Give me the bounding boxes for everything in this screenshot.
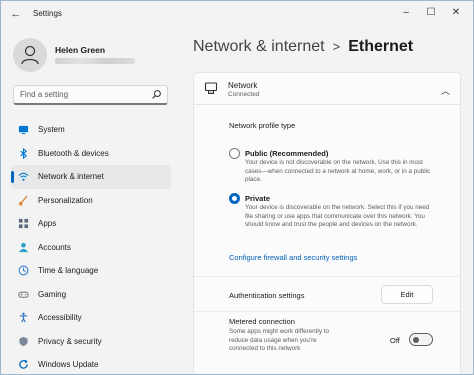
public-radio[interactable] [229,148,240,159]
sidebar-item-time-language[interactable]: Time & language [11,259,171,283]
sidebar-item-accounts[interactable]: Accounts [11,236,171,260]
app-title: Settings [33,9,62,18]
close-button[interactable]: ✕ [447,5,465,21]
breadcrumb-parent[interactable]: Network & internet [193,38,325,55]
maximize-button[interactable]: ☐ [422,5,440,21]
sidebar-item-windows-update[interactable]: Windows Update [11,353,171,374]
sidebar-item-privacy-security[interactable]: Privacy & security [11,330,171,354]
sidebar-item-system[interactable]: System [11,118,171,142]
divider [194,311,460,312]
network-status: Connected [228,91,260,98]
firewall-settings-link[interactable]: Configure firewall and security settings [229,253,357,262]
apps-icon [18,218,29,229]
metered-connection-description: Some apps might work differently to redu… [229,328,329,353]
private-radio-description: Your device is discoverable on the netwo… [245,204,430,229]
bluetooth-icon [20,147,28,159]
monitor-icon [18,125,29,135]
network-title: Network [228,81,258,90]
active-indicator [11,171,14,183]
sidebar-nav: System Bluetooth & devices Network & int… [11,118,171,374]
user-name: Helen Green [55,45,106,55]
person-icon [21,45,39,65]
ethernet-icon [204,82,218,94]
toggle-knob [413,336,419,343]
breadcrumb-separator: > [332,39,341,54]
avatar[interactable] [13,38,47,72]
person-icon [18,242,29,252]
public-radio-description: Your device is not discoverable on the n… [245,159,431,184]
back-arrow-icon[interactable]: ← [9,7,23,21]
gamepad-icon [18,291,29,298]
update-icon [19,359,28,369]
search-input[interactable]: Find a setting [13,85,168,105]
title-bar: ← Settings – ☐ ✕ [1,1,473,27]
search-icon[interactable] [151,89,162,100]
sidebar-item-accessibility[interactable]: Accessibility [11,306,171,330]
wifi-icon [18,172,29,181]
search-placeholder: Find a setting [20,90,69,99]
minimize-button[interactable]: – [397,5,415,21]
sidebar-item-network[interactable]: Network & internet [11,165,171,189]
user-email-redacted [55,58,135,64]
authentication-settings-label: Authentication settings [229,291,305,300]
metered-connection-title: Metered connection [229,317,295,326]
metered-connection-toggle[interactable] [409,333,433,346]
chevron-up-icon[interactable]: ︿ [441,84,450,97]
settings-window: ← Settings – ☐ ✕ Helen Green Find a sett… [0,0,474,375]
sidebar-item-apps[interactable]: Apps [11,212,171,236]
sidebar-item-gaming[interactable]: Gaming [11,283,171,307]
metered-toggle-state: Off [390,336,400,345]
shield-icon [19,336,28,346]
globe-clock-icon [18,265,29,276]
private-radio[interactable] [229,193,240,204]
brush-icon [18,194,28,206]
breadcrumb: Network & internet > Ethernet [193,38,413,56]
accessibility-icon [19,312,28,323]
ethernet-settings-card: Network Connected ︿ Network profile type… [193,72,461,374]
public-radio-label[interactable]: Public (Recommended) [245,149,328,158]
profile-type-title: Network profile type [229,121,296,130]
page-title: Ethernet [348,38,414,55]
private-radio-label[interactable]: Private [245,194,270,203]
edit-button[interactable]: Edit [381,285,433,304]
network-header[interactable]: Network Connected ︿ [194,73,460,105]
divider [194,276,460,277]
sidebar-item-bluetooth[interactable]: Bluetooth & devices [11,142,171,166]
sidebar-item-personalization[interactable]: Personalization [11,189,171,213]
